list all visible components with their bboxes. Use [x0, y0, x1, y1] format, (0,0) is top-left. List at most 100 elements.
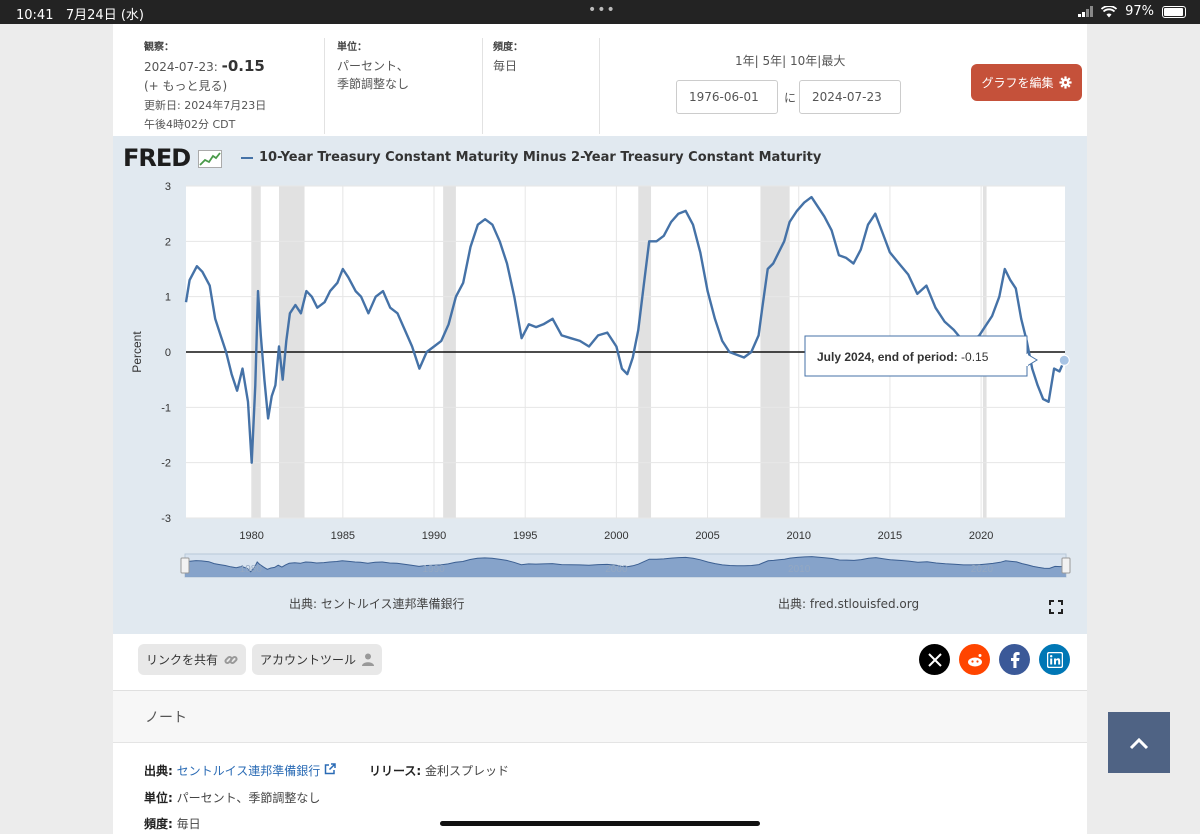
line-chart[interactable]: 3 2 1 0 -1 -2 -3 Percent 1980 1985 1990 1995 2000 20… [113, 136, 1087, 634]
facebook-share-icon[interactable] [999, 644, 1030, 675]
chart-title: 10-Year Treasury Constant Maturity Minus… [241, 150, 821, 165]
date-to-input[interactable]: 2024-07-23 [799, 80, 901, 114]
chart-title-text: 10-Year Treasury Constant Maturity Minus… [259, 150, 822, 165]
chevron-up-icon [1129, 737, 1149, 749]
meta-divider [324, 38, 325, 134]
navigator-label: 2020 [971, 564, 994, 575]
notes-title: ノート [145, 710, 187, 726]
updated-time: 午後4時02分 CDT [144, 118, 236, 131]
gear-icon [1058, 76, 1072, 89]
status-bar: 10:41 7月24日 (水) ••• 97% [0, 0, 1200, 24]
tooltip-value: -0.15 [961, 350, 989, 364]
source-left: 出典: セントルイス連邦準備銀行 [289, 597, 465, 611]
wifi-icon [1101, 5, 1118, 17]
navigator-handle[interactable] [1061, 557, 1071, 574]
units-label: 単位： [337, 42, 367, 53]
x-tick-label: 2015 [878, 530, 902, 542]
signal-icon [1078, 6, 1094, 17]
y-tick-label: 1 [165, 292, 171, 304]
fred-logo-graph-icon [197, 150, 222, 168]
share-link-label: リンクを共有 [146, 653, 219, 667]
y-tick-label: -3 [161, 513, 171, 525]
status-time: 10:41 7月24日 (水) [16, 8, 144, 23]
x-tick-label: 2010 [787, 530, 811, 542]
navigator-label: 2000 [605, 564, 628, 575]
observation-label: 観察： [144, 42, 174, 53]
y-tick-label: -1 [161, 402, 171, 414]
meta-divider [482, 38, 483, 134]
units-line1: パーセント、 [337, 59, 409, 73]
y-tick-label: -2 [161, 458, 171, 470]
y-tick-label: 3 [165, 181, 171, 193]
units-line2: 季節調整なし [337, 77, 410, 91]
range-1y[interactable]: 1年 [735, 54, 755, 68]
observation-block: 観察： 2024-07-23: -0.15 (+ もっと見る) 更新日: 202… [144, 38, 266, 134]
x-tick-label: 2005 [695, 530, 719, 542]
chart-panel: 3 2 1 0 -1 -2 -3 Percent 1980 1985 1990 1995 2000 20… [113, 136, 1087, 634]
see-more-link[interactable]: (+ もっと見る) [144, 77, 266, 96]
tooltip-pointer-mask [1026, 354, 1028, 366]
notes-frequency-row: 頻度: 毎日 [144, 815, 201, 832]
notes-release-key: リリース: [369, 764, 422, 778]
home-indicator[interactable] [440, 821, 760, 826]
date-range-separator: に [784, 91, 797, 105]
observation-date: 2024-07-23: [144, 60, 218, 74]
battery-percent: 97% [1125, 4, 1154, 19]
frequency-block: 頻度： 毎日 [493, 38, 523, 76]
navigator-label: 2010 [788, 564, 811, 575]
notes-source-key: 出典: [144, 764, 173, 778]
navigator-handle[interactable] [180, 557, 190, 574]
notes-header[interactable]: ノート [113, 691, 1087, 743]
date-from-input[interactable]: 1976-06-01 [676, 80, 778, 114]
x-tick-label: 1995 [513, 530, 537, 542]
units-block: 単位： パーセント、 季節調整なし [337, 38, 409, 93]
source-right: 出典: fred.stlouisfed.org [778, 597, 920, 611]
notes-release-row: リリース: 金利スプレッド [369, 762, 509, 779]
user-icon [362, 653, 375, 666]
external-link-icon[interactable] [324, 763, 336, 775]
fullscreen-icon[interactable] [1049, 600, 1063, 614]
frequency-value: 毎日 [493, 59, 518, 73]
range-5y[interactable]: 5年 [763, 54, 783, 68]
navigator-label: 1990 [422, 564, 445, 575]
edit-graph-label: グラフを編集 [981, 76, 1054, 90]
range-selector: 1年| 5年| 10年|最大 [735, 54, 846, 68]
status-right: 97% [1078, 4, 1186, 19]
frequency-label: 頻度： [493, 42, 523, 53]
fred-logo: FRED [123, 144, 222, 172]
account-tools-label: アカウントツール [260, 653, 357, 667]
series-card: 観察： 2024-07-23: -0.15 (+ もっと見る) 更新日: 202… [113, 24, 1087, 834]
tooltip-label: July 2024, end of period: [817, 350, 961, 364]
share-link-button[interactable]: リンクを共有 [138, 644, 247, 675]
multitask-dots[interactable]: ••• [588, 2, 616, 18]
battery-icon [1162, 5, 1186, 18]
notes-source-row: 出典: セントルイス連邦準備銀行 [144, 762, 336, 779]
x-share-icon[interactable] [919, 644, 950, 675]
y-tick-label: 2 [165, 236, 171, 248]
notes-units-value: パーセント、季節調整なし [176, 791, 321, 805]
range-max[interactable]: 最大 [821, 54, 845, 68]
account-tools-button[interactable]: アカウントツール [252, 644, 383, 675]
linkedin-share-icon[interactable] [1039, 644, 1070, 675]
x-tick-label: 1980 [239, 530, 263, 542]
observation-value: -0.15 [221, 57, 265, 75]
notes-frequency-key: 頻度: [144, 817, 173, 831]
updated-date: 更新日: 2024年7月23日 [144, 99, 267, 112]
range-10y[interactable]: 10年 [790, 54, 817, 68]
x-tick-label: 2000 [604, 530, 628, 542]
notes-release-value: 金利スプレッド [425, 764, 510, 778]
notes-units-row: 単位: パーセント、季節調整なし [144, 789, 320, 806]
hover-point-marker [1058, 354, 1070, 366]
y-tick-label: 0 [165, 347, 171, 359]
legend-line-icon [241, 156, 253, 159]
notes-source-link[interactable]: セントルイス連邦準備銀行 [177, 764, 321, 778]
notes-frequency-value: 毎日 [176, 817, 201, 831]
x-tick-label: 2020 [969, 530, 993, 542]
reddit-share-icon[interactable] [959, 644, 990, 675]
y-axis-label: Percent [130, 331, 144, 373]
back-to-top-button[interactable] [1108, 712, 1170, 773]
meta-divider [599, 38, 600, 134]
tooltip-text: July 2024, end of period: -0.15 [817, 350, 989, 364]
edit-graph-button[interactable]: グラフを編集 [971, 64, 1082, 101]
link-icon [224, 655, 238, 664]
